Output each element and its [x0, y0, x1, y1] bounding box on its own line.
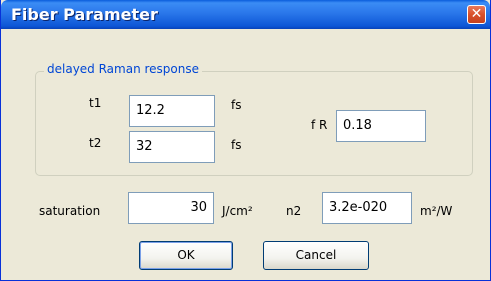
n2-unit: m²/W: [420, 204, 453, 218]
title-bar[interactable]: Fiber Parameter ✕: [1, 0, 490, 29]
saturation-label: saturation: [39, 204, 101, 218]
saturation-unit: J/cm²: [222, 204, 253, 218]
t1-unit: fs: [231, 98, 242, 112]
t1-label: t1: [89, 96, 102, 110]
cancel-button[interactable]: Cancel: [263, 241, 369, 270]
fr-label: f R: [311, 118, 328, 132]
dialog-title: Fiber Parameter: [11, 5, 158, 24]
ok-button[interactable]: OK: [139, 241, 233, 270]
t2-input[interactable]: 32: [129, 131, 215, 163]
fr-input[interactable]: 0.18: [336, 110, 426, 142]
t2-unit: fs: [231, 138, 242, 152]
n2-input[interactable]: 3.2e-020: [322, 192, 412, 224]
t1-input[interactable]: 12.2: [129, 95, 215, 127]
close-button[interactable]: ✕: [467, 5, 486, 24]
close-icon: ✕: [470, 6, 483, 22]
group-legend: delayed Raman response: [44, 62, 202, 76]
t2-label: t2: [89, 136, 102, 150]
fiber-parameter-dialog: Fiber Parameter ✕ delayed Raman response…: [0, 0, 491, 281]
n2-label: n2: [286, 204, 302, 218]
saturation-input[interactable]: 30: [128, 192, 214, 224]
